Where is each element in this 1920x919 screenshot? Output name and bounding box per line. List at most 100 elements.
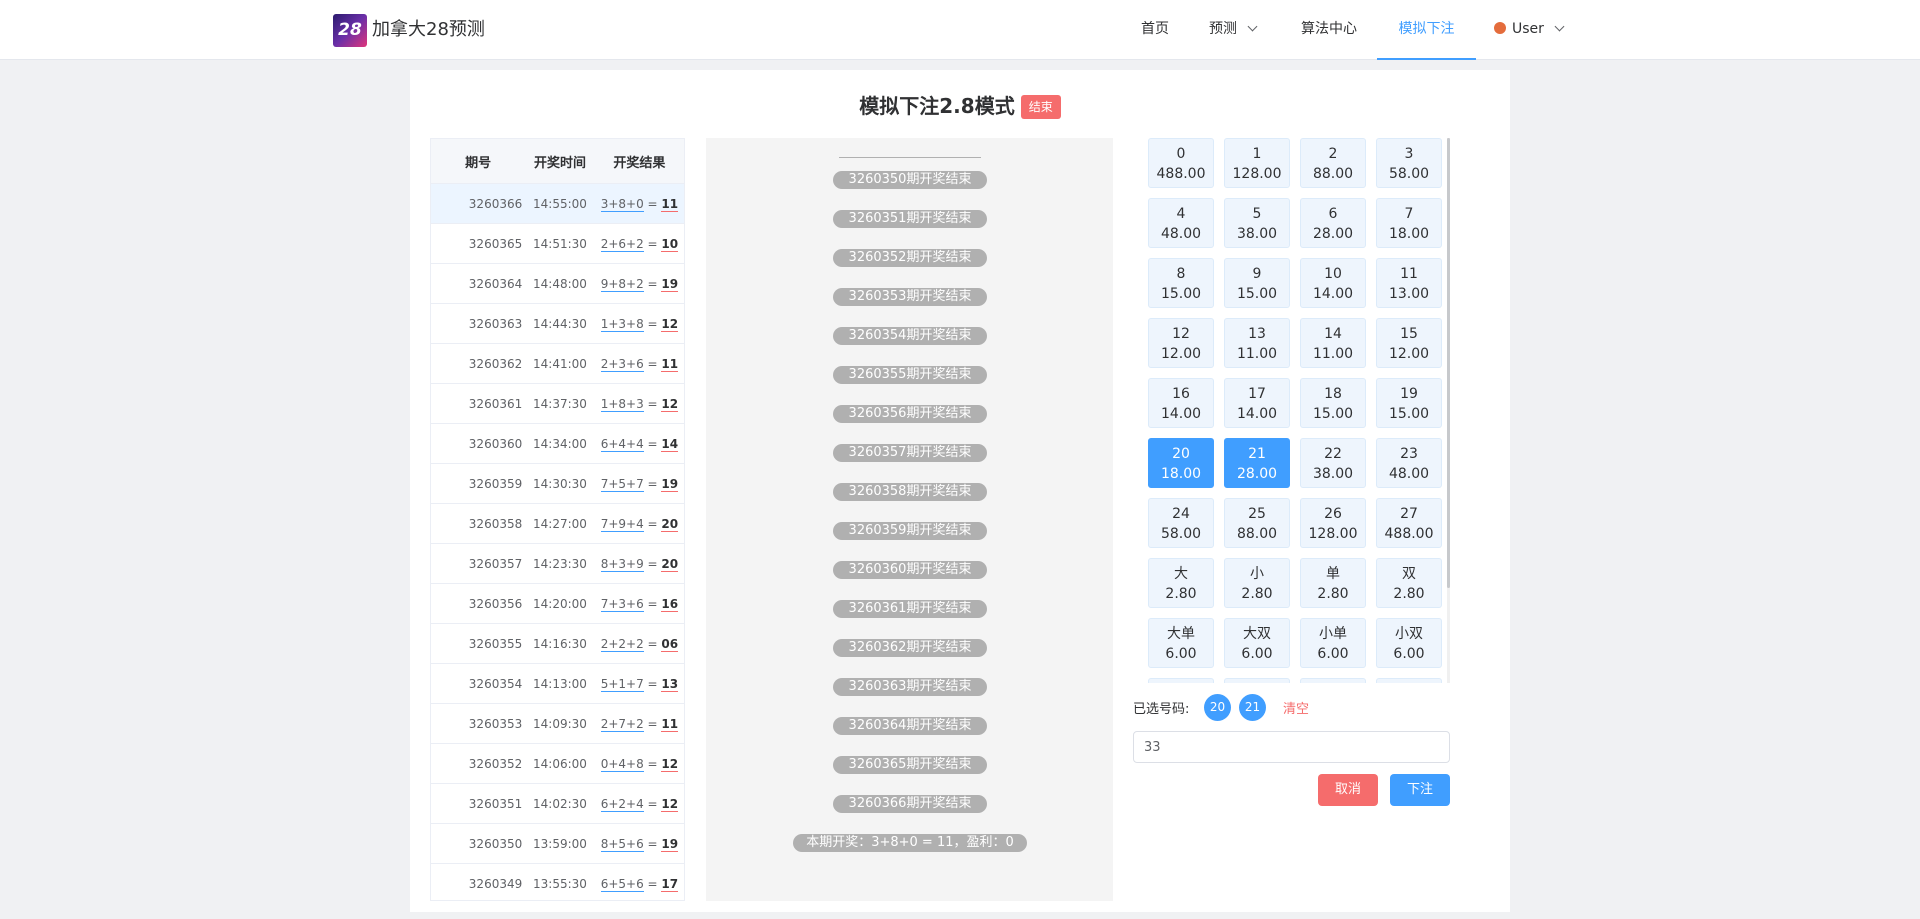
table-row[interactable]: 3260364 14:48:00 9+8+2 = 19 xyxy=(431,263,684,303)
nav-home[interactable]: 首页 xyxy=(1141,0,1169,60)
bet-option-cell[interactable]: 17 14.00 xyxy=(1224,378,1290,428)
bet-option-cell[interactable]: 24 58.00 xyxy=(1148,498,1214,548)
table-row[interactable]: 3260362 14:41:00 2+3+6 = 11 xyxy=(431,343,684,383)
table-row[interactable]: 3260354 14:13:00 5+1+7 = 13 xyxy=(431,663,684,703)
cancel-button[interactable]: 取消 xyxy=(1318,774,1378,806)
bet-option-cell[interactable]: 10 14.00 xyxy=(1300,258,1366,308)
table-row[interactable]: 3260358 14:27:00 7+9+4 = 20 xyxy=(431,503,684,543)
cell-result: 8+3+9 = 20 xyxy=(600,556,679,572)
bet-option-cell[interactable]: 5 38.00 xyxy=(1224,198,1290,248)
bet-option-cell[interactable]: 单 2.80 xyxy=(1300,558,1366,608)
selected-number-ball[interactable]: 20 xyxy=(1204,694,1231,721)
table-row[interactable]: 3260360 14:34:00 6+4+4 = 14 xyxy=(431,423,684,463)
bet-option-cell[interactable]: 20 18.00 xyxy=(1148,438,1214,488)
cell-period: 3260351 xyxy=(468,796,523,811)
table-row[interactable]: 3260359 14:30:30 7+5+7 = 19 xyxy=(431,463,684,503)
table-row[interactable]: 3260363 14:44:30 1+3+8 = 12 xyxy=(431,303,684,343)
table-row[interactable]: 3260357 14:23:30 8+3+9 = 20 xyxy=(431,543,684,583)
dice-sum: 10 xyxy=(661,236,679,252)
cell-period: 3260352 xyxy=(468,756,523,771)
bet-option-cell[interactable]: 13 11.00 xyxy=(1224,318,1290,368)
table-row[interactable]: 3260352 14:06:00 0+4+8 = 12 xyxy=(431,743,684,783)
site-brand[interactable]: 加拿大28预测 xyxy=(372,16,485,44)
cell-time: 14:20:00 xyxy=(533,596,587,611)
bet-option-cell[interactable]: 12 12.00 xyxy=(1148,318,1214,368)
bet-option-odds: 28.00 xyxy=(1236,466,1278,482)
table-row[interactable]: 3260356 14:20:00 7+3+6 = 16 xyxy=(431,583,684,623)
bet-option-cell[interactable]: 双 2.80 xyxy=(1376,558,1442,608)
results-table: 期号 开奖时间 开奖结果 3260366 14:55:00 3+8+0 = 11 32… xyxy=(430,138,685,901)
bet-option-cell[interactable]: 3 58.00 xyxy=(1376,138,1442,188)
bet-option-cell[interactable] xyxy=(1148,678,1214,683)
bet-option-cell[interactable]: 8 15.00 xyxy=(1148,258,1214,308)
table-row[interactable]: 3260365 14:51:30 2+6+2 = 10 xyxy=(431,223,684,263)
bet-option-cell[interactable]: 小双 6.00 xyxy=(1376,618,1442,668)
bet-option-cell[interactable]: 14 11.00 xyxy=(1300,318,1366,368)
log-message: 3260355期开奖结束 xyxy=(833,366,987,384)
bet-option-cell[interactable]: 6 28.00 xyxy=(1300,198,1366,248)
dice-values: 7+5+7 xyxy=(600,476,644,492)
bet-option-cell[interactable]: 16 14.00 xyxy=(1148,378,1214,428)
cell-period: 3260362 xyxy=(468,356,523,371)
selected-number-ball[interactable]: 21 xyxy=(1239,694,1266,721)
bet-option-cell[interactable]: 2 88.00 xyxy=(1300,138,1366,188)
cell-result: 5+1+7 = 13 xyxy=(600,676,679,692)
bet-option-cell[interactable]: 9 15.00 xyxy=(1224,258,1290,308)
bet-option-cell[interactable] xyxy=(1224,678,1290,683)
bet-option-odds: 128.00 xyxy=(1308,526,1358,542)
bet-option-cell[interactable]: 22 38.00 xyxy=(1300,438,1366,488)
bet-option-cell[interactable]: 27 488.00 xyxy=(1376,498,1442,548)
bet-option-label: 4 xyxy=(1176,206,1186,222)
bet-option-cell[interactable]: 19 15.00 xyxy=(1376,378,1442,428)
place-bet-button[interactable]: 下注 xyxy=(1390,774,1450,806)
bet-option-cell[interactable]: 7 18.00 xyxy=(1376,198,1442,248)
bet-option-label: 18 xyxy=(1324,386,1342,402)
cell-time: 14:41:00 xyxy=(533,356,587,371)
grid-scrollbar-thumb[interactable] xyxy=(1447,138,1450,588)
bet-option-cell[interactable]: 18 15.00 xyxy=(1300,378,1366,428)
dice-sum: 19 xyxy=(661,476,679,492)
table-row[interactable]: 3260353 14:09:30 2+7+2 = 11 xyxy=(431,703,684,743)
bet-option-cell[interactable]: 15 12.00 xyxy=(1376,318,1442,368)
bet-option-cell[interactable]: 21 28.00 xyxy=(1224,438,1290,488)
bet-option-cell[interactable] xyxy=(1300,678,1366,683)
bet-option-cell[interactable]: 0 488.00 xyxy=(1148,138,1214,188)
table-row[interactable]: 3260351 14:02:30 6+2+4 = 12 xyxy=(431,783,684,823)
bet-option-label: 9 xyxy=(1252,266,1262,282)
nav-simulate-bet[interactable]: 模拟下注 xyxy=(1377,0,1476,60)
cell-time: 14:44:30 xyxy=(533,316,587,331)
bet-option-cell[interactable]: 11 13.00 xyxy=(1376,258,1442,308)
nav-predict[interactable]: 预测 xyxy=(1209,0,1258,60)
cell-result: 7+9+4 = 20 xyxy=(600,516,679,532)
dice-sum: 13 xyxy=(661,676,679,692)
bet-option-cell[interactable]: 大双 6.00 xyxy=(1224,618,1290,668)
table-row[interactable]: 3260361 14:37:30 1+8+3 = 12 xyxy=(431,383,684,423)
nav-user[interactable]: User xyxy=(1494,0,1565,60)
bet-option-cell[interactable]: 4 48.00 xyxy=(1148,198,1214,248)
log-message: 3260361期开奖结束 xyxy=(833,600,987,618)
bet-option-cell[interactable]: 26 128.00 xyxy=(1300,498,1366,548)
table-row[interactable]: 3260349 13:55:30 6+5+6 = 17 xyxy=(431,863,684,900)
dice-sum: 12 xyxy=(661,316,679,332)
bet-option-cell[interactable]: 1 128.00 xyxy=(1224,138,1290,188)
nav-algorithm[interactable]: 算法中心 xyxy=(1301,0,1357,60)
dice-values: 1+3+8 xyxy=(600,316,644,332)
table-row[interactable]: 3260350 13:59:00 8+5+6 = 19 xyxy=(431,823,684,863)
bet-option-odds: 2.80 xyxy=(1165,586,1197,602)
dice-values: 8+5+6 xyxy=(600,836,644,852)
bet-option-cell[interactable]: 小单 6.00 xyxy=(1300,618,1366,668)
bet-amount-input[interactable] xyxy=(1133,731,1450,763)
bet-option-cell[interactable]: 大单 6.00 xyxy=(1148,618,1214,668)
table-row[interactable]: 3260366 14:55:00 3+8+0 = 11 xyxy=(431,183,684,223)
bet-option-cell[interactable]: 25 88.00 xyxy=(1224,498,1290,548)
bet-option-odds: 88.00 xyxy=(1312,166,1354,182)
log-summary: 本期开奖：3+8+0 = 11，盈利：0 xyxy=(793,834,1027,852)
bet-option-cell[interactable] xyxy=(1376,678,1442,683)
bet-option-cell[interactable]: 小 2.80 xyxy=(1224,558,1290,608)
site-logo[interactable]: 28 xyxy=(333,14,367,47)
bet-option-cell[interactable]: 23 48.00 xyxy=(1376,438,1442,488)
table-row[interactable]: 3260355 14:16:30 2+2+2 = 06 xyxy=(431,623,684,663)
cell-time: 13:59:00 xyxy=(533,836,587,851)
bet-option-cell[interactable]: 大 2.80 xyxy=(1148,558,1214,608)
clear-selection-link[interactable]: 清空 xyxy=(1283,698,1309,717)
